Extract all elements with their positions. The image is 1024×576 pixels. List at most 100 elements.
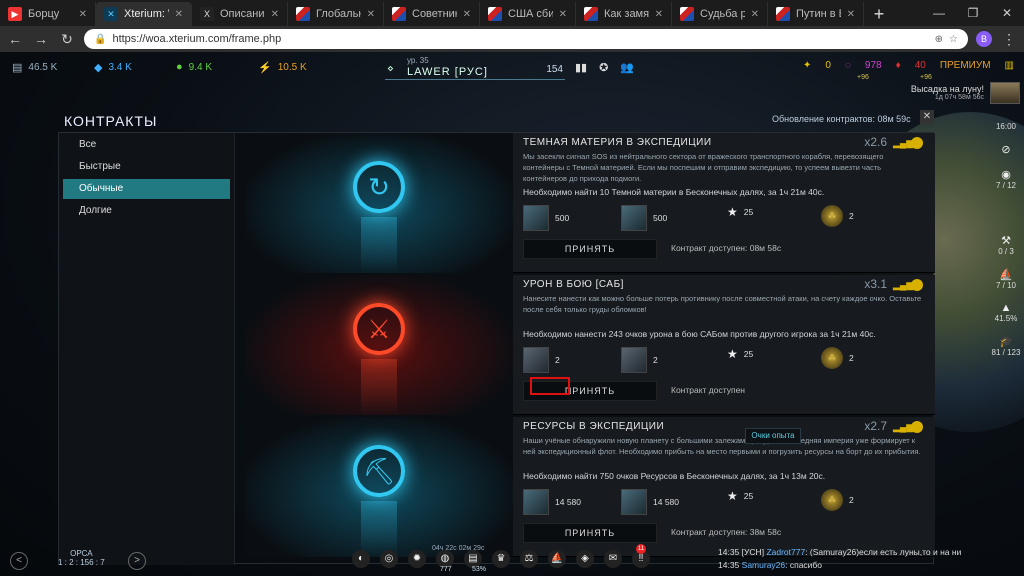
contract-body: РЕСУРСЫ В ЭКСПЕДИЦИИ x2.7 ▂▄▆ Наши учёные… <box>523 417 923 557</box>
back-icon[interactable]: ← <box>6 31 24 47</box>
player-icons: ▮▮ ✪ 👥 <box>575 61 634 74</box>
side-stat[interactable]: ▲ 41.5% <box>988 302 1024 323</box>
reward-value: 25 <box>743 349 754 359</box>
forward-icon[interactable]: → <box>32 31 50 47</box>
trophy-icon[interactable]: ♛ <box>492 550 510 568</box>
reward-item[interactable]: ★ 25 <box>727 347 753 361</box>
category-item[interactable]: Быстрые <box>63 157 230 177</box>
multiplier-value: x3.1 <box>864 277 887 291</box>
tab-favicon-icon <box>680 7 694 21</box>
player-level: ур. 35 <box>407 56 429 65</box>
browser-tab[interactable]: Как замят ✕ <box>576 2 672 26</box>
accept-button[interactable]: ПРИНЯТЬ <box>523 523 657 543</box>
ship-icon[interactable]: ⛵ <box>548 550 566 568</box>
browser-tab[interactable]: X Описание ✕ <box>192 2 288 26</box>
close-window-icon[interactable]: ✕ <box>990 0 1024 26</box>
tab-close-icon[interactable]: ✕ <box>463 9 471 20</box>
friends-icon[interactable]: 👥 <box>620 61 634 74</box>
mail-badge: 11 <box>636 544 646 554</box>
tab-close-icon[interactable]: ✕ <box>847 9 855 20</box>
premium-label[interactable]: ПРЕМИУМ <box>940 60 991 71</box>
layers-icon[interactable]: ◈ <box>576 550 594 568</box>
tab-title: Как замят <box>604 8 649 20</box>
landing-time: 1д 07ч 58м 56с <box>934 94 984 101</box>
category-item[interactable]: Долгие <box>63 201 230 221</box>
browser-tab[interactable]: Путин в Бр ✕ <box>768 2 864 26</box>
side-stat-value: 16:00 <box>995 122 1017 131</box>
side-stat[interactable]: 16:00 <box>988 122 1024 131</box>
side-stat[interactable]: 🎓 81 / 123 <box>988 335 1024 357</box>
tab-close-icon[interactable]: ✕ <box>559 9 567 20</box>
accept-button[interactable]: ПРИНЯТЬ <box>523 239 657 259</box>
minimize-icon[interactable]: — <box>922 0 956 26</box>
side-stat[interactable]: ⊘ <box>988 143 1024 156</box>
browser-tab[interactable]: Советник ✕ <box>384 2 480 26</box>
galaxy-icon[interactable]: ✹ <box>408 550 426 568</box>
new-tab-button[interactable]: + <box>864 2 894 26</box>
chat-time: 14:35 <box>718 547 740 557</box>
player-name: LAWER [РУС] <box>407 66 488 78</box>
contract-type-icon: ⛏ <box>353 445 405 497</box>
tab-close-icon[interactable]: ✕ <box>655 9 663 20</box>
premium-icon[interactable]: ▥ <box>1005 60 1014 71</box>
planet-icon[interactable]: ◎ <box>380 550 398 568</box>
url-field[interactable]: 🔒 https://woa.xterium.com/frame.php ⊕ ☆ <box>84 29 968 49</box>
reward-item[interactable]: ★ 25 <box>727 205 753 219</box>
category-item[interactable]: Все <box>63 135 230 155</box>
chat-user[interactable]: Zadrot777 <box>766 547 805 557</box>
resource-value: 3.4 K <box>108 61 132 73</box>
side-stat[interactable]: ⛵ 7 / 10 <box>988 268 1024 290</box>
moon-landing-event[interactable]: Высадка на луну! 1д 07ч 58м 56с <box>911 84 984 101</box>
next-planet-button[interactable]: > <box>128 552 146 570</box>
tab-close-icon[interactable]: ✕ <box>175 9 183 20</box>
bolt-icon[interactable]: ✦ <box>803 60 811 71</box>
tab-close-icon[interactable]: ✕ <box>271 9 279 20</box>
category-item[interactable]: Обычные <box>63 179 230 199</box>
tab-close-icon[interactable]: ✕ <box>367 9 375 20</box>
zoom-icon[interactable]: ⊕ <box>935 34 943 45</box>
menu-dots-icon[interactable]: ⋮ <box>1000 31 1018 48</box>
contract-availability: Контракт доступен <box>671 385 745 395</box>
browser-tab[interactable]: ▶ Борцу ✕ <box>0 2 96 26</box>
browser-tab[interactable]: США сбил ✕ <box>480 2 576 26</box>
browser-tab[interactable]: Судьба ра ✕ <box>672 2 768 26</box>
resource-item[interactable]: ● 9.4 K <box>176 61 246 73</box>
rank-icon: ⋄ <box>387 63 394 75</box>
tab-close-icon[interactable]: ✕ <box>751 9 759 20</box>
side-stat[interactable]: ◉ 7 / 12 <box>988 168 1024 190</box>
browser-tab[interactable]: ✕ Xterium: W ✕ <box>96 2 192 26</box>
tab-close-icon[interactable]: ✕ <box>79 9 87 20</box>
resource-value: 9.4 K <box>188 61 213 73</box>
profile-avatar[interactable]: B <box>976 31 992 47</box>
resource-item[interactable]: ⚡ 10.5 K <box>258 61 328 74</box>
restore-icon[interactable]: ❐ <box>956 0 990 26</box>
reward-item[interactable]: ★ 25 <box>727 489 753 503</box>
scales-icon[interactable]: ⚖ <box>520 550 538 568</box>
player-info[interactable]: ⋄ ур. 35 LAWER [РУС] 154 <box>385 54 565 80</box>
resource-item[interactable]: ◆ 3.4 K <box>94 61 164 74</box>
medal-icon[interactable]: ✪ <box>599 61 608 74</box>
tab-favicon-icon <box>488 7 502 21</box>
planet-info[interactable]: ОРСА 1 : 2 : 156 : 7 <box>58 549 105 567</box>
browser-tab[interactable]: Глобальна ✕ <box>288 2 384 26</box>
swirl-icon[interactable]: ◌ <box>845 60 851 71</box>
reward-item: 14 580 <box>621 489 679 515</box>
resource-item[interactable]: ▤ 46.5 K <box>12 61 82 74</box>
close-contracts-button[interactable]: ✕ <box>920 110 934 124</box>
reload-icon[interactable]: ↻ <box>58 31 76 48</box>
gem-icon[interactable]: ♦ <box>896 60 901 71</box>
stats-icon[interactable]: ▮▮ <box>575 61 587 74</box>
mail-icon[interactable]: ✉ <box>604 550 622 568</box>
contract-list: ↻ ТЕМНАЯ МАТЕРИЯ В ЭКСПЕДИЦИИ x2.6 ▂▄▆ Мы… <box>245 133 935 565</box>
multiplier-value: x2.7 <box>864 419 887 433</box>
contract-availability: Контракт доступен: 38м 58с <box>671 527 782 537</box>
difficulty-bars-icon: ▂▄▆ <box>893 422 914 432</box>
empire-icon[interactable]: ◐ <box>352 550 370 568</box>
chat-user[interactable]: Samuray26 <box>742 560 785 570</box>
bookmark-star-icon[interactable]: ☆ <box>949 34 958 45</box>
chat-box[interactable]: 14:35 [УСН] Zadrot777: (Samuray26)если е… <box>718 546 1018 572</box>
side-stat[interactable]: ⚒ 0 / 3 <box>988 234 1024 256</box>
prev-planet-button[interactable]: < <box>10 552 28 570</box>
landing-avatar[interactable] <box>990 82 1020 104</box>
contract-card: ⚔ УРОН В БОЮ [САБ] x3.1 ▂▄▆ Нанесите нане… <box>245 275 935 415</box>
